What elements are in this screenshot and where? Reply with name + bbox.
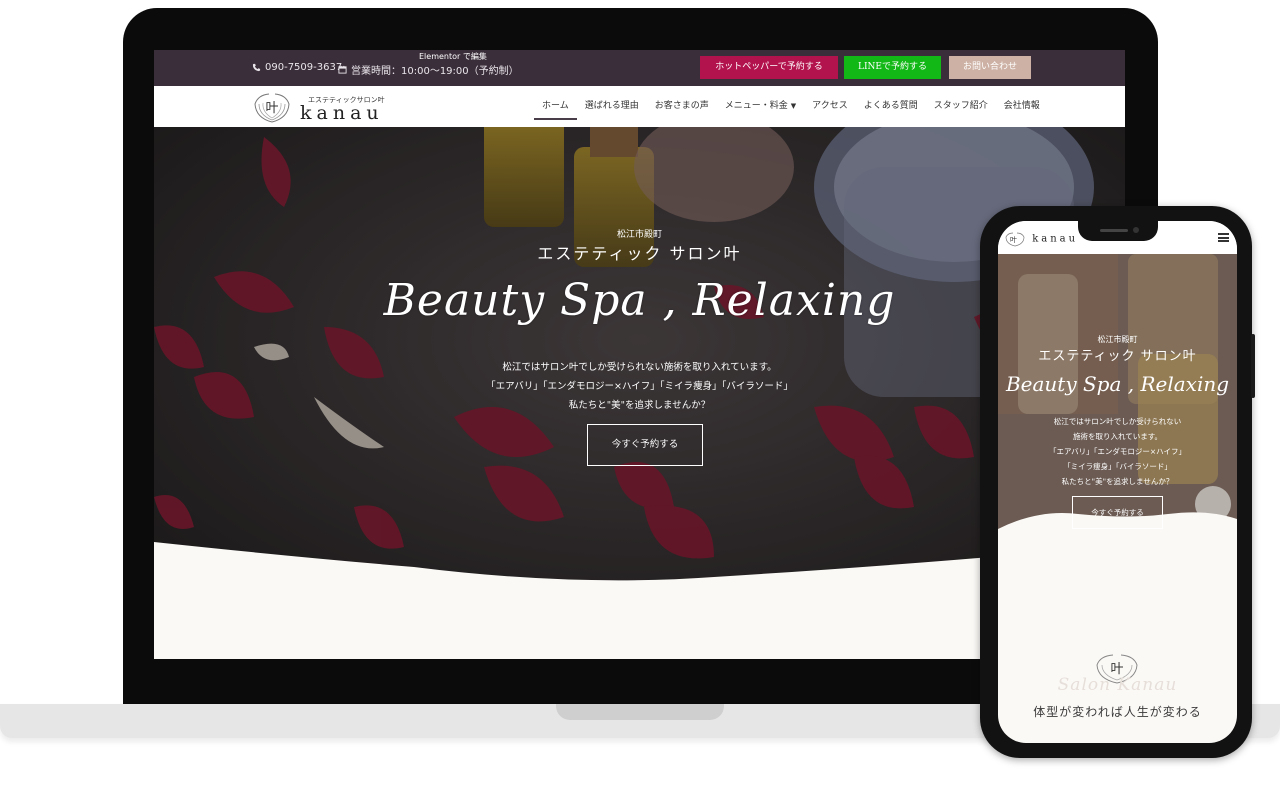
nav-item-voices[interactable]: お客さまの声 [647,86,717,127]
mobile-hero-desc-line1: 松江ではサロン叶でしか受けられない [1053,417,1182,426]
phone-notch [1078,221,1158,241]
phone-number[interactable]: 090-7509-3637 [252,62,342,73]
mobile-logo-emblem-icon: 叶 [1005,232,1025,247]
hero-area: 松江市殿町 [616,230,662,240]
chevron-down-icon: ▼ [790,102,797,110]
mobile-screen: 叶 kanau 松江市殿町 エステティック サロン叶 Beauty Spa , … [998,221,1237,743]
primary-nav: ホーム 選ばれる理由 お客さまの声 メニュー・料金 ▼ アクセス よくある質問 ス… [534,86,1048,127]
top-info-bar: Elementor で編集 090-7509-3637 営業時間：10:00〜1… [154,50,1125,86]
nav-item-access[interactable]: アクセス [804,86,856,127]
mobile-reserve-now-button[interactable]: 今すぐ予約する [1072,496,1163,529]
mobile-hero-section: 松江市殿町 エステティック サロン叶 Beauty Spa , Relaxing… [998,254,1237,612]
hotpepper-reserve-button[interactable]: ホットペッパーで予約する [700,56,838,79]
site-logo[interactable]: 叶 エステティックサロン叶 kanau [252,90,397,124]
mobile-intro-section: 叶 Salon Kanau 体型が変われば人生が変わる [998,621,1237,743]
mobile-hero-salon-name: エステティック サロン叶 [1038,349,1197,364]
nav-item-staff[interactable]: スタッフ紹介 [926,86,996,127]
phone-side-button [1251,334,1255,398]
phone-icon [252,63,261,72]
elementor-edit-link[interactable]: Elementor で編集 [419,51,487,62]
calendar-icon [338,65,347,74]
section-script-salon: Salon Kanau [1057,675,1178,695]
mobile-hero-area: 松江市殿町 [1097,335,1138,344]
contact-button[interactable]: お問い合わせ [949,56,1031,79]
reserve-now-button[interactable]: 今すぐ予約する [587,424,703,466]
nav-item-home[interactable]: ホーム [534,86,577,127]
hamburger-menu-icon[interactable] [1218,233,1229,242]
line-reserve-button[interactable]: LINEで予約する [844,56,941,79]
mobile-logo-wordmark: kanau [1032,233,1079,245]
phone-speaker [1100,229,1128,232]
nav-item-menu-label: メニュー・料金 [724,101,788,111]
mobile-hero-script-title: Beauty Spa , Relaxing [1005,372,1230,396]
laptop-notch [556,704,724,720]
business-hours: 営業時間：10:00〜19:00（予約制） [338,62,519,77]
nav-item-company[interactable]: 会社情報 [996,86,1048,127]
nav-item-faq[interactable]: よくある質問 [856,86,926,127]
mobile-hero-desc-line5: 私たちと"美"を追求しませんか？ [1061,477,1174,486]
mobile-hero-desc-line2: 施術を取り入れています。 [1072,432,1163,441]
phone-camera [1133,227,1139,233]
mobile-logo[interactable]: 叶 kanau [1004,231,1078,247]
logo-wordmark: kanau [300,102,384,124]
mobile-hero-desc-line3: 「エアバリ」「エンダモロジー×ハイフ」 [1048,447,1187,456]
mobile-hero-desc-line4: 「ミイラ痩身」「バイラソード」 [1063,462,1172,471]
mobile-logo-emblem-char: 叶 [1010,235,1020,244]
logo-emblem-icon: 叶 [254,93,290,123]
phone-text: 090-7509-3637 [265,62,343,73]
nav-item-menu[interactable]: メニュー・料金 ▼ [717,86,804,127]
nav-item-reasons[interactable]: 選ばれる理由 [577,86,647,127]
hours-text: 営業時間：10:00〜19:00（予約制） [351,66,519,77]
logo-emblem-char: 叶 [265,101,278,116]
section-tagline: 体型が変われば人生が変わる [1033,705,1202,719]
main-navbar: 叶 エステティックサロン叶 kanau ホーム 選ばれる理由 お客さまの声 メニ… [154,86,1125,127]
